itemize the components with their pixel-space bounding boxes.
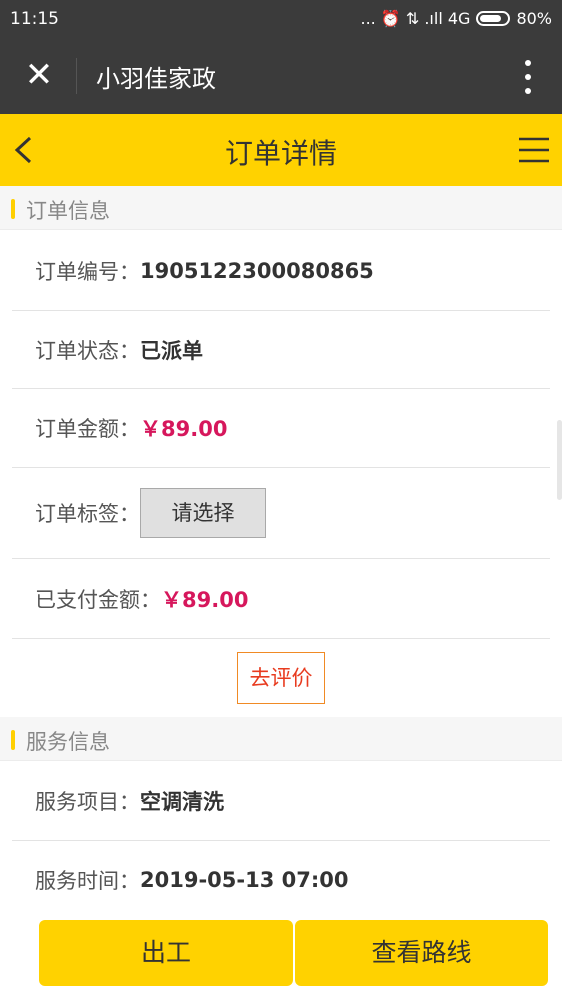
order-info-title: 订单信息 — [26, 199, 110, 223]
status-time: 11:15 — [10, 9, 59, 29]
view-route-button[interactable]: 查看路线 — [295, 920, 548, 986]
status-bar: 11:15 ... ⏰ ⇅ .ıll 4G 80% — [0, 0, 562, 38]
service-item-value: 空调清洗 — [140, 790, 224, 814]
app-title: 小羽佳家政 — [96, 65, 216, 93]
order-tag-row: 订单标签： 请选择 — [12, 468, 550, 559]
more-vertical-icon[interactable] — [524, 60, 532, 94]
review-button[interactable]: 去评价 — [237, 652, 325, 704]
page-title: 订单详情 — [224, 137, 337, 170]
order-amount-value: ￥89.00 — [140, 417, 228, 441]
order-info-header: 订单信息 — [0, 186, 562, 230]
order-tag-label: 订单标签： — [35, 502, 140, 526]
order-amount-row: 订单金额： ￥89.00 — [12, 389, 550, 468]
paid-amount-row: 已支付金额： ￥89.00 — [12, 559, 550, 639]
service-time-label: 服务时间： — [35, 868, 140, 893]
paid-amount-value: ￥89.00 — [161, 587, 249, 612]
service-info-title: 服务信息 — [26, 730, 110, 754]
service-info-header: 服务信息 — [0, 717, 562, 761]
order-number-value: 1905122300080865 — [140, 258, 374, 283]
bottom-action-bar: 出工 查看路线 — [0, 906, 562, 1000]
order-number-row: 订单编号： 1905122300080865 — [12, 231, 550, 311]
order-status-value: 已派单 — [140, 338, 203, 363]
title-divider — [76, 58, 77, 94]
battery-icon — [476, 11, 511, 26]
order-status-label: 订单状态： — [35, 338, 140, 363]
wechat-title-bar: ✕ 小羽佳家政 — [0, 38, 562, 114]
service-item-row: 服务项目： 空调清洗 — [12, 762, 550, 841]
close-icon[interactable]: ✕ — [22, 56, 56, 94]
start-work-button[interactable]: 出工 — [39, 920, 293, 986]
signal-icons: ... ⏰ ⇅ .ıll 4G — [360, 9, 471, 28]
service-item-label: 服务项目： — [35, 790, 140, 814]
battery-percent: 80% — [516, 9, 552, 28]
battery-fill — [480, 15, 502, 22]
section-marker — [11, 199, 15, 219]
hamburger-menu-icon[interactable] — [518, 136, 550, 164]
order-tag-select[interactable]: 请选择 — [140, 488, 266, 538]
section-marker — [11, 730, 15, 750]
paid-amount-label: 已支付金额： — [35, 587, 161, 612]
order-amount-label: 订单金额： — [35, 417, 140, 441]
page-nav-bar: 订单详情 — [0, 114, 562, 186]
order-status-row: 订单状态： 已派单 — [12, 311, 550, 389]
status-icons: ... ⏰ ⇅ .ıll 4G 80% — [361, 9, 553, 28]
scroll-indicator — [557, 420, 562, 500]
order-number-label: 订单编号： — [35, 259, 140, 284]
service-time-value: 2019-05-13 07:00 — [140, 867, 349, 892]
